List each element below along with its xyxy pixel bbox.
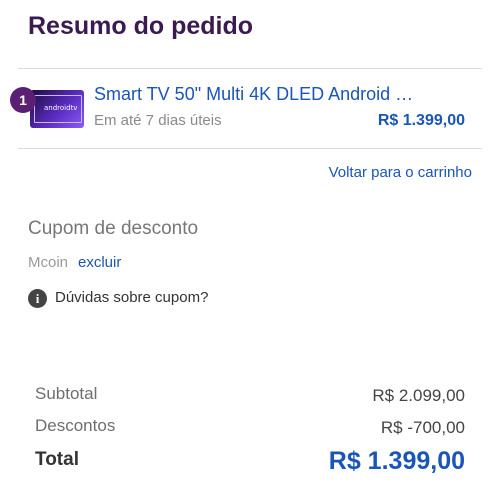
info-icon[interactable]: i (28, 289, 47, 308)
product-name-link[interactable]: Smart TV 50" Multi 4K DLED Android … (94, 84, 413, 105)
total-value: R$ 1.399,00 (328, 447, 465, 475)
discount-value: R$ -700,00 (380, 418, 465, 437)
thumbnail-logo: androidtv (44, 104, 78, 112)
subtotal-label: Subtotal (35, 384, 98, 403)
quantity-badge: 1 (10, 87, 36, 113)
total-label: Total (35, 449, 79, 470)
item-divider (18, 148, 482, 149)
top-divider (18, 68, 482, 69)
remove-coupon-link[interactable]: excluir (78, 254, 121, 271)
coupon-help-link[interactable]: Dúvidas sobre cupom? (55, 289, 208, 306)
page-title: Resumo do pedido (28, 12, 253, 40)
coupon-section-title: Cupom de desconto (28, 218, 199, 239)
item-price: R$ 1.399,00 (377, 112, 465, 129)
discount-label: Descontos (35, 416, 116, 435)
subtotal-value: R$ 2.099,00 (372, 386, 465, 405)
back-to-cart-link[interactable]: Voltar para o carrinho (329, 164, 472, 181)
coupon-code: Mcoin (28, 254, 69, 271)
delivery-estimate: Em até 7 dias úteis (94, 112, 222, 129)
product-thumbnail[interactable]: androidtv (30, 90, 84, 128)
